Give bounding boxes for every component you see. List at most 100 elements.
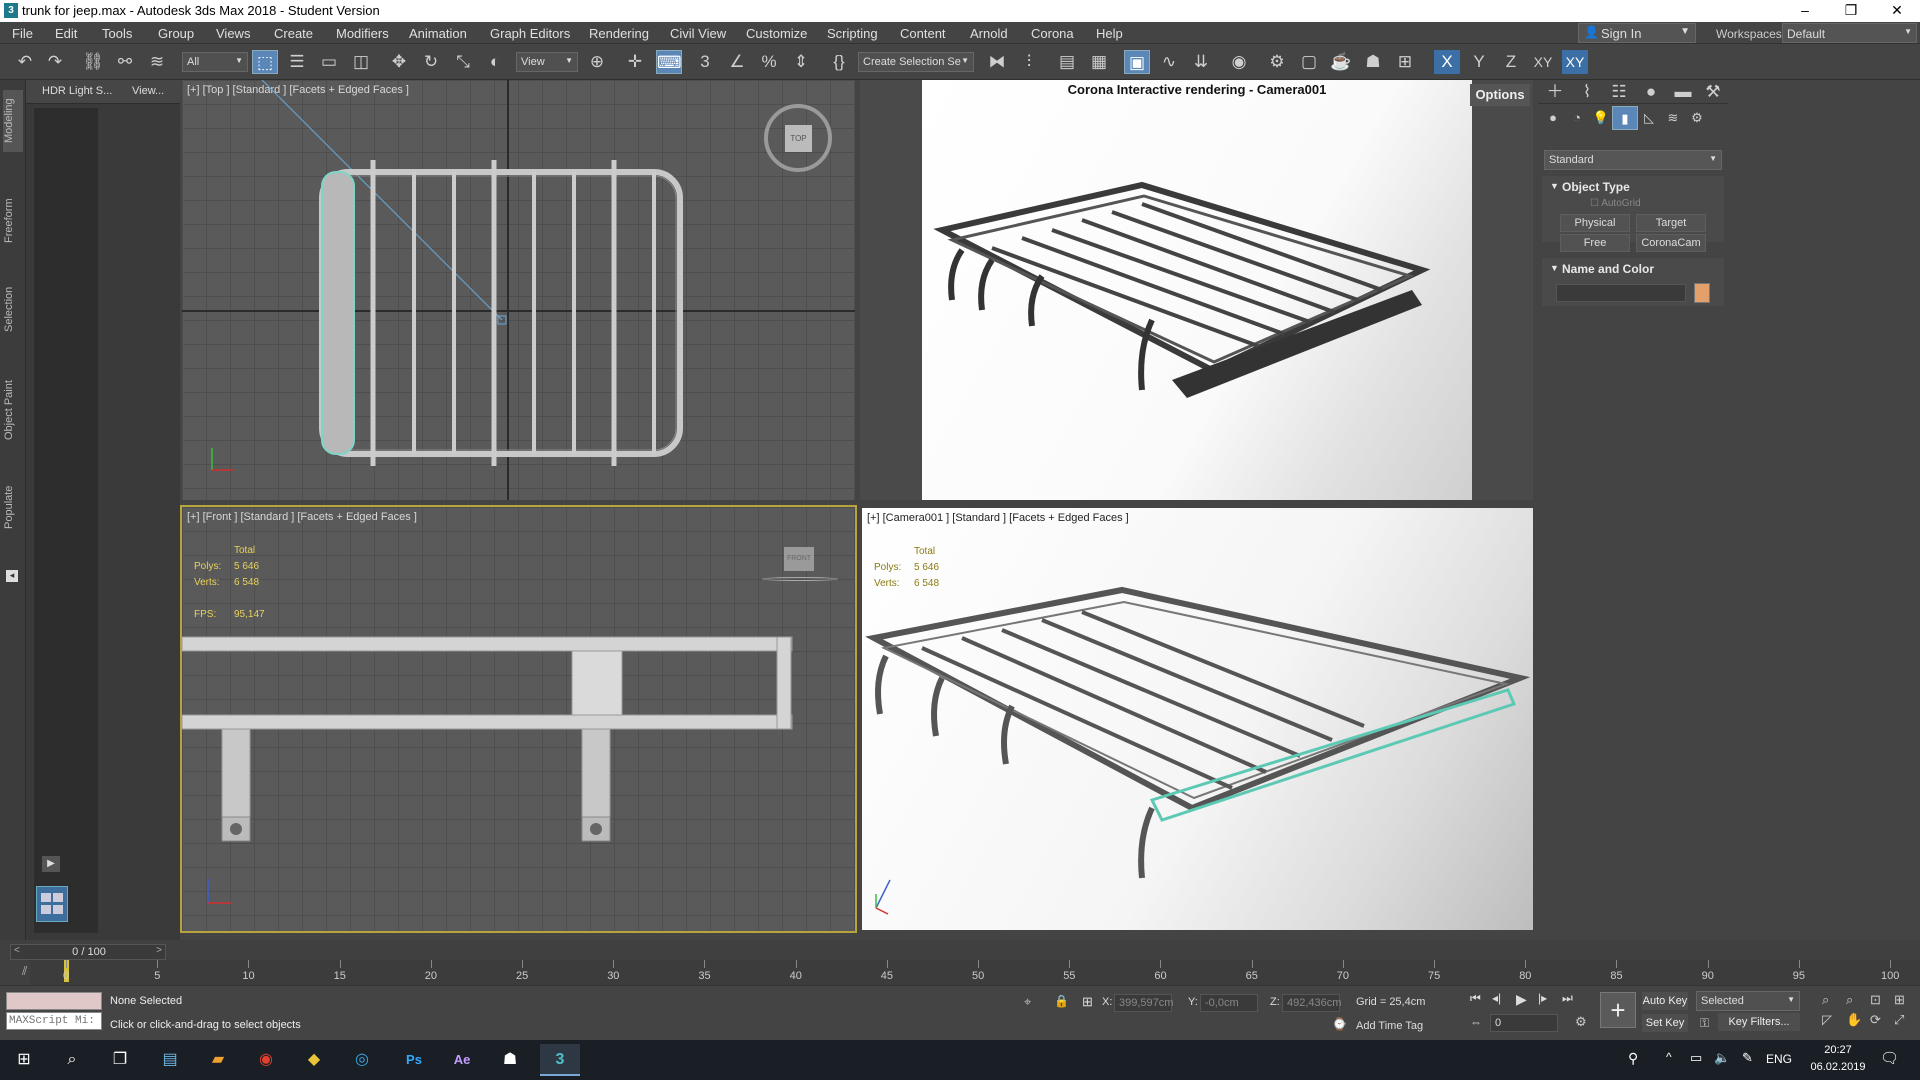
- task-view-icon[interactable]: ❐: [100, 1044, 140, 1076]
- key-filters-icon[interactable]: ⚿: [1700, 1016, 1709, 1031]
- photoshop-icon[interactable]: Ps: [394, 1044, 434, 1076]
- window-crossing-icon[interactable]: ◫: [348, 50, 374, 74]
- scale-icon[interactable]: ⤡: [450, 50, 476, 74]
- scene-explorer-icon[interactable]: ▤: [1054, 50, 1080, 74]
- viewcube-face[interactable]: TOP: [785, 125, 812, 152]
- zoom-extents-all-icon[interactable]: ⊞: [1894, 992, 1905, 1008]
- object-type-header[interactable]: ▼ Object Type: [1544, 180, 1720, 198]
- viewport-corona-render[interactable]: Corona Interactive rendering - Camera001…: [860, 80, 1533, 500]
- menu-file[interactable]: File: [12, 26, 33, 41]
- render-in-cloud-icon[interactable]: ⊞: [1392, 50, 1418, 74]
- systems-icon[interactable]: ⚙: [1684, 106, 1710, 130]
- keyboard-shortcut-override-icon[interactable]: ⌨: [656, 50, 682, 74]
- viewport-front[interactable]: [+] [Front ] [Standard ] [Facets + Edged…: [180, 505, 857, 933]
- menu-customize[interactable]: Customize: [746, 26, 807, 41]
- absolute-mode-icon[interactable]: ⊞: [1082, 994, 1093, 1010]
- space-warps-icon[interactable]: ≋: [1660, 106, 1686, 130]
- modify-tab-icon[interactable]: ⌇: [1574, 80, 1600, 104]
- unlink-icon[interactable]: ⚯: [112, 50, 138, 74]
- track-bar[interactable]: ⫽ 0 5 10 15 20 25 30 35 40 45 50 55 60 65 70 75 80 85 90 95…: [22, 960, 1920, 985]
- current-frame-field[interactable]: 0: [1490, 1014, 1558, 1032]
- menu-graph-editors[interactable]: Graph Editors: [490, 26, 570, 41]
- key-mode-dropdown[interactable]: Selected ▼: [1696, 991, 1800, 1011]
- geometry-icon[interactable]: ●: [1540, 106, 1566, 130]
- pivot-center-icon[interactable]: ⊕: [584, 50, 610, 74]
- scene-list[interactable]: [34, 108, 98, 933]
- search-icon[interactable]: ⌕: [52, 1044, 92, 1076]
- menu-corona[interactable]: Corona: [1031, 26, 1074, 41]
- autogrid-checkbox[interactable]: ☐ AutoGrid: [1590, 198, 1641, 209]
- render-iterative-icon[interactable]: ☗: [1360, 50, 1386, 74]
- tab-modeling[interactable]: Modeling: [3, 90, 23, 152]
- object-color-swatch[interactable]: [1694, 283, 1710, 303]
- render-options-button[interactable]: Options: [1470, 84, 1530, 106]
- app-icon[interactable]: ◆: [294, 1044, 334, 1076]
- y-coordinate-field[interactable]: -0,0cm: [1200, 994, 1258, 1012]
- menu-animation[interactable]: Animation: [409, 26, 467, 41]
- rotate-icon[interactable]: ↻: [418, 50, 444, 74]
- zoom-extents-icon[interactable]: ⊡: [1870, 992, 1881, 1008]
- viewcube-compass[interactable]: [762, 577, 838, 581]
- notifications-icon[interactable]: 🗨: [1880, 1049, 1899, 1067]
- file-explorer-icon[interactable]: ▤: [150, 1044, 190, 1076]
- select-manipulate-icon[interactable]: ✛: [622, 50, 648, 74]
- create-tab-icon[interactable]: ＋: [1542, 80, 1568, 104]
- prev-frame-icon[interactable]: ◂|: [1492, 991, 1501, 1005]
- menu-rendering[interactable]: Rendering: [589, 26, 649, 41]
- time-slider[interactable]: < 0 / 100 >: [10, 944, 166, 960]
- menu-tools[interactable]: Tools: [102, 26, 132, 41]
- menu-modifiers[interactable]: Modifiers: [336, 26, 389, 41]
- cameras-icon[interactable]: ▮: [1612, 106, 1638, 130]
- tab-hdr-light-studio[interactable]: HDR Light S...: [42, 85, 112, 97]
- helpers-icon[interactable]: ◺: [1636, 106, 1662, 130]
- hierarchy-tab-icon[interactable]: ☷: [1606, 80, 1632, 104]
- maxscript-listener-mini[interactable]: [6, 992, 102, 1010]
- selection-lock-icon[interactable]: 🔒: [1054, 994, 1069, 1008]
- tab-object-paint[interactable]: Object Paint: [3, 370, 23, 450]
- menu-group[interactable]: Group: [158, 26, 194, 41]
- motion-tab-icon[interactable]: ●: [1638, 80, 1664, 104]
- category-dropdown[interactable]: Standard ▼: [1544, 150, 1722, 170]
- menu-arnold[interactable]: Arnold: [970, 26, 1008, 41]
- 3ds-max-icon[interactable]: 3: [540, 1044, 580, 1076]
- network-icon[interactable]: ▭: [1690, 1050, 1702, 1066]
- target-camera-button[interactable]: Target: [1636, 214, 1706, 232]
- menu-scripting[interactable]: Scripting: [827, 26, 878, 41]
- maximize-button[interactable]: ❐: [1828, 0, 1874, 22]
- select-object-icon[interactable]: ⬚: [252, 50, 278, 74]
- rect-selection-icon[interactable]: ▭: [316, 50, 342, 74]
- maxscript-input[interactable]: MAXScript Mi:: [6, 1012, 102, 1030]
- move-icon[interactable]: ✥: [386, 50, 412, 74]
- mirror-icon[interactable]: ⧓: [984, 50, 1010, 74]
- menu-edit[interactable]: Edit: [55, 26, 77, 41]
- zoom-icon[interactable]: ⌕: [1822, 992, 1829, 1008]
- menu-views[interactable]: Views: [216, 26, 250, 41]
- set-key-button[interactable]: Set Key: [1642, 1014, 1688, 1032]
- time-slider-next-icon[interactable]: >: [156, 945, 162, 956]
- free-camera-button[interactable]: Free: [1560, 234, 1630, 252]
- rendered-frame-window-icon[interactable]: ▢: [1296, 50, 1322, 74]
- after-effects-icon[interactable]: Ae: [442, 1044, 482, 1076]
- ribbon-toggle-icon[interactable]: ▣: [1124, 50, 1150, 74]
- people-icon[interactable]: ⚲: [1628, 1050, 1638, 1067]
- viewport-top[interactable]: [+] [Top ] [Standard ] [Facets + Edged F…: [182, 80, 855, 500]
- render-setup-icon[interactable]: ⚙: [1264, 50, 1290, 74]
- reference-coordinate-dropdown[interactable]: View ▼: [516, 52, 578, 72]
- show-hidden-icons-icon[interactable]: ^: [1666, 1050, 1672, 1064]
- tab-selection[interactable]: Selection: [3, 274, 23, 344]
- language-indicator[interactable]: ENG: [1766, 1052, 1792, 1066]
- pen-icon[interactable]: ✎: [1742, 1050, 1753, 1066]
- selection-filter-dropdown[interactable]: All ▼: [182, 52, 248, 72]
- tab-view[interactable]: View...: [132, 85, 164, 97]
- z-coordinate-field[interactable]: 492,436cm: [1282, 994, 1341, 1012]
- menu-create[interactable]: Create: [274, 26, 313, 41]
- lights-icon[interactable]: 💡: [1588, 106, 1614, 130]
- object-name-field[interactable]: [1556, 284, 1686, 302]
- named-selection-set-dropdown[interactable]: Create Selection Se ▼: [858, 52, 974, 72]
- angle-snap-icon[interactable]: ∠: [724, 50, 750, 74]
- app-icon[interactable]: ◎: [342, 1044, 382, 1076]
- material-editor-icon[interactable]: ◉: [1226, 50, 1252, 74]
- orbit-icon[interactable]: ⟳: [1870, 1012, 1881, 1028]
- volume-icon[interactable]: 🔈: [1714, 1050, 1730, 1066]
- viewcube-face[interactable]: FRONT: [784, 547, 814, 571]
